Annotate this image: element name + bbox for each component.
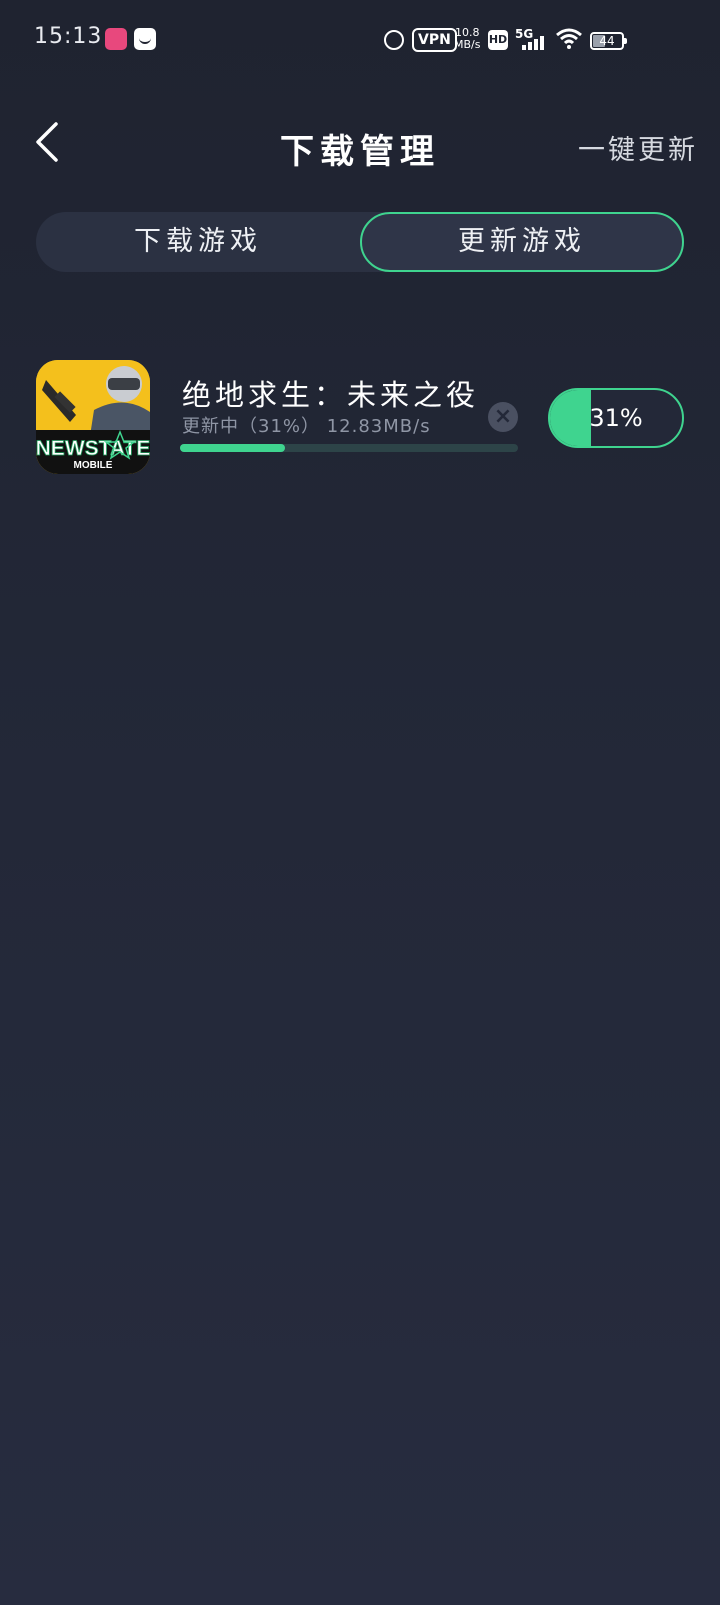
wifi-icon bbox=[556, 28, 582, 50]
game-icon[interactable]: NEWSTATE MOBILE bbox=[36, 360, 150, 474]
battery-level: 44 bbox=[599, 34, 615, 48]
header: 下载管理 一键更新 bbox=[0, 110, 720, 180]
network-speed: 10.8 MB/s bbox=[454, 27, 480, 55]
game-icon-logo-text: NEWSTATE bbox=[36, 437, 150, 460]
progress-bar bbox=[180, 444, 518, 452]
alarm-icon bbox=[384, 30, 404, 50]
status-time: 15:13 bbox=[34, 24, 103, 49]
status-bar: 15:13 VPN 10.8 MB/s HD 5G 44 bbox=[0, 0, 720, 80]
battery-icon: 44 bbox=[590, 32, 627, 50]
game-title: 绝地求生：未来之役 bbox=[182, 378, 480, 412]
app-notification-icon bbox=[105, 28, 127, 50]
vpn-badge: VPN bbox=[412, 28, 457, 52]
close-icon: × bbox=[493, 404, 513, 429]
tab-update-games[interactable]: 更新游戏 bbox=[360, 212, 684, 272]
progress-bar-fill bbox=[180, 444, 285, 452]
download-status: 更新中（31%） 12.83MB/s bbox=[182, 416, 431, 437]
pause-resume-button[interactable]: 31% bbox=[548, 388, 684, 448]
percent-label: 31% bbox=[589, 404, 643, 432]
hd-badge: HD bbox=[488, 30, 508, 50]
tab-download-games[interactable]: 下载游戏 bbox=[36, 212, 360, 272]
game-icon-sub-text: MOBILE bbox=[74, 460, 113, 471]
shopping-bag-icon bbox=[134, 28, 156, 50]
signal-icon bbox=[522, 36, 548, 50]
cancel-download-button[interactable]: × bbox=[488, 402, 518, 432]
update-all-button[interactable]: 一键更新 bbox=[578, 128, 698, 167]
list-item: NEWSTATE MOBILE 绝地求生：未来之役 更新中（31%） 12.83… bbox=[36, 360, 684, 476]
network-speed-unit: MB/s bbox=[454, 38, 481, 51]
tab-bar: 下载游戏 更新游戏 bbox=[36, 212, 684, 272]
